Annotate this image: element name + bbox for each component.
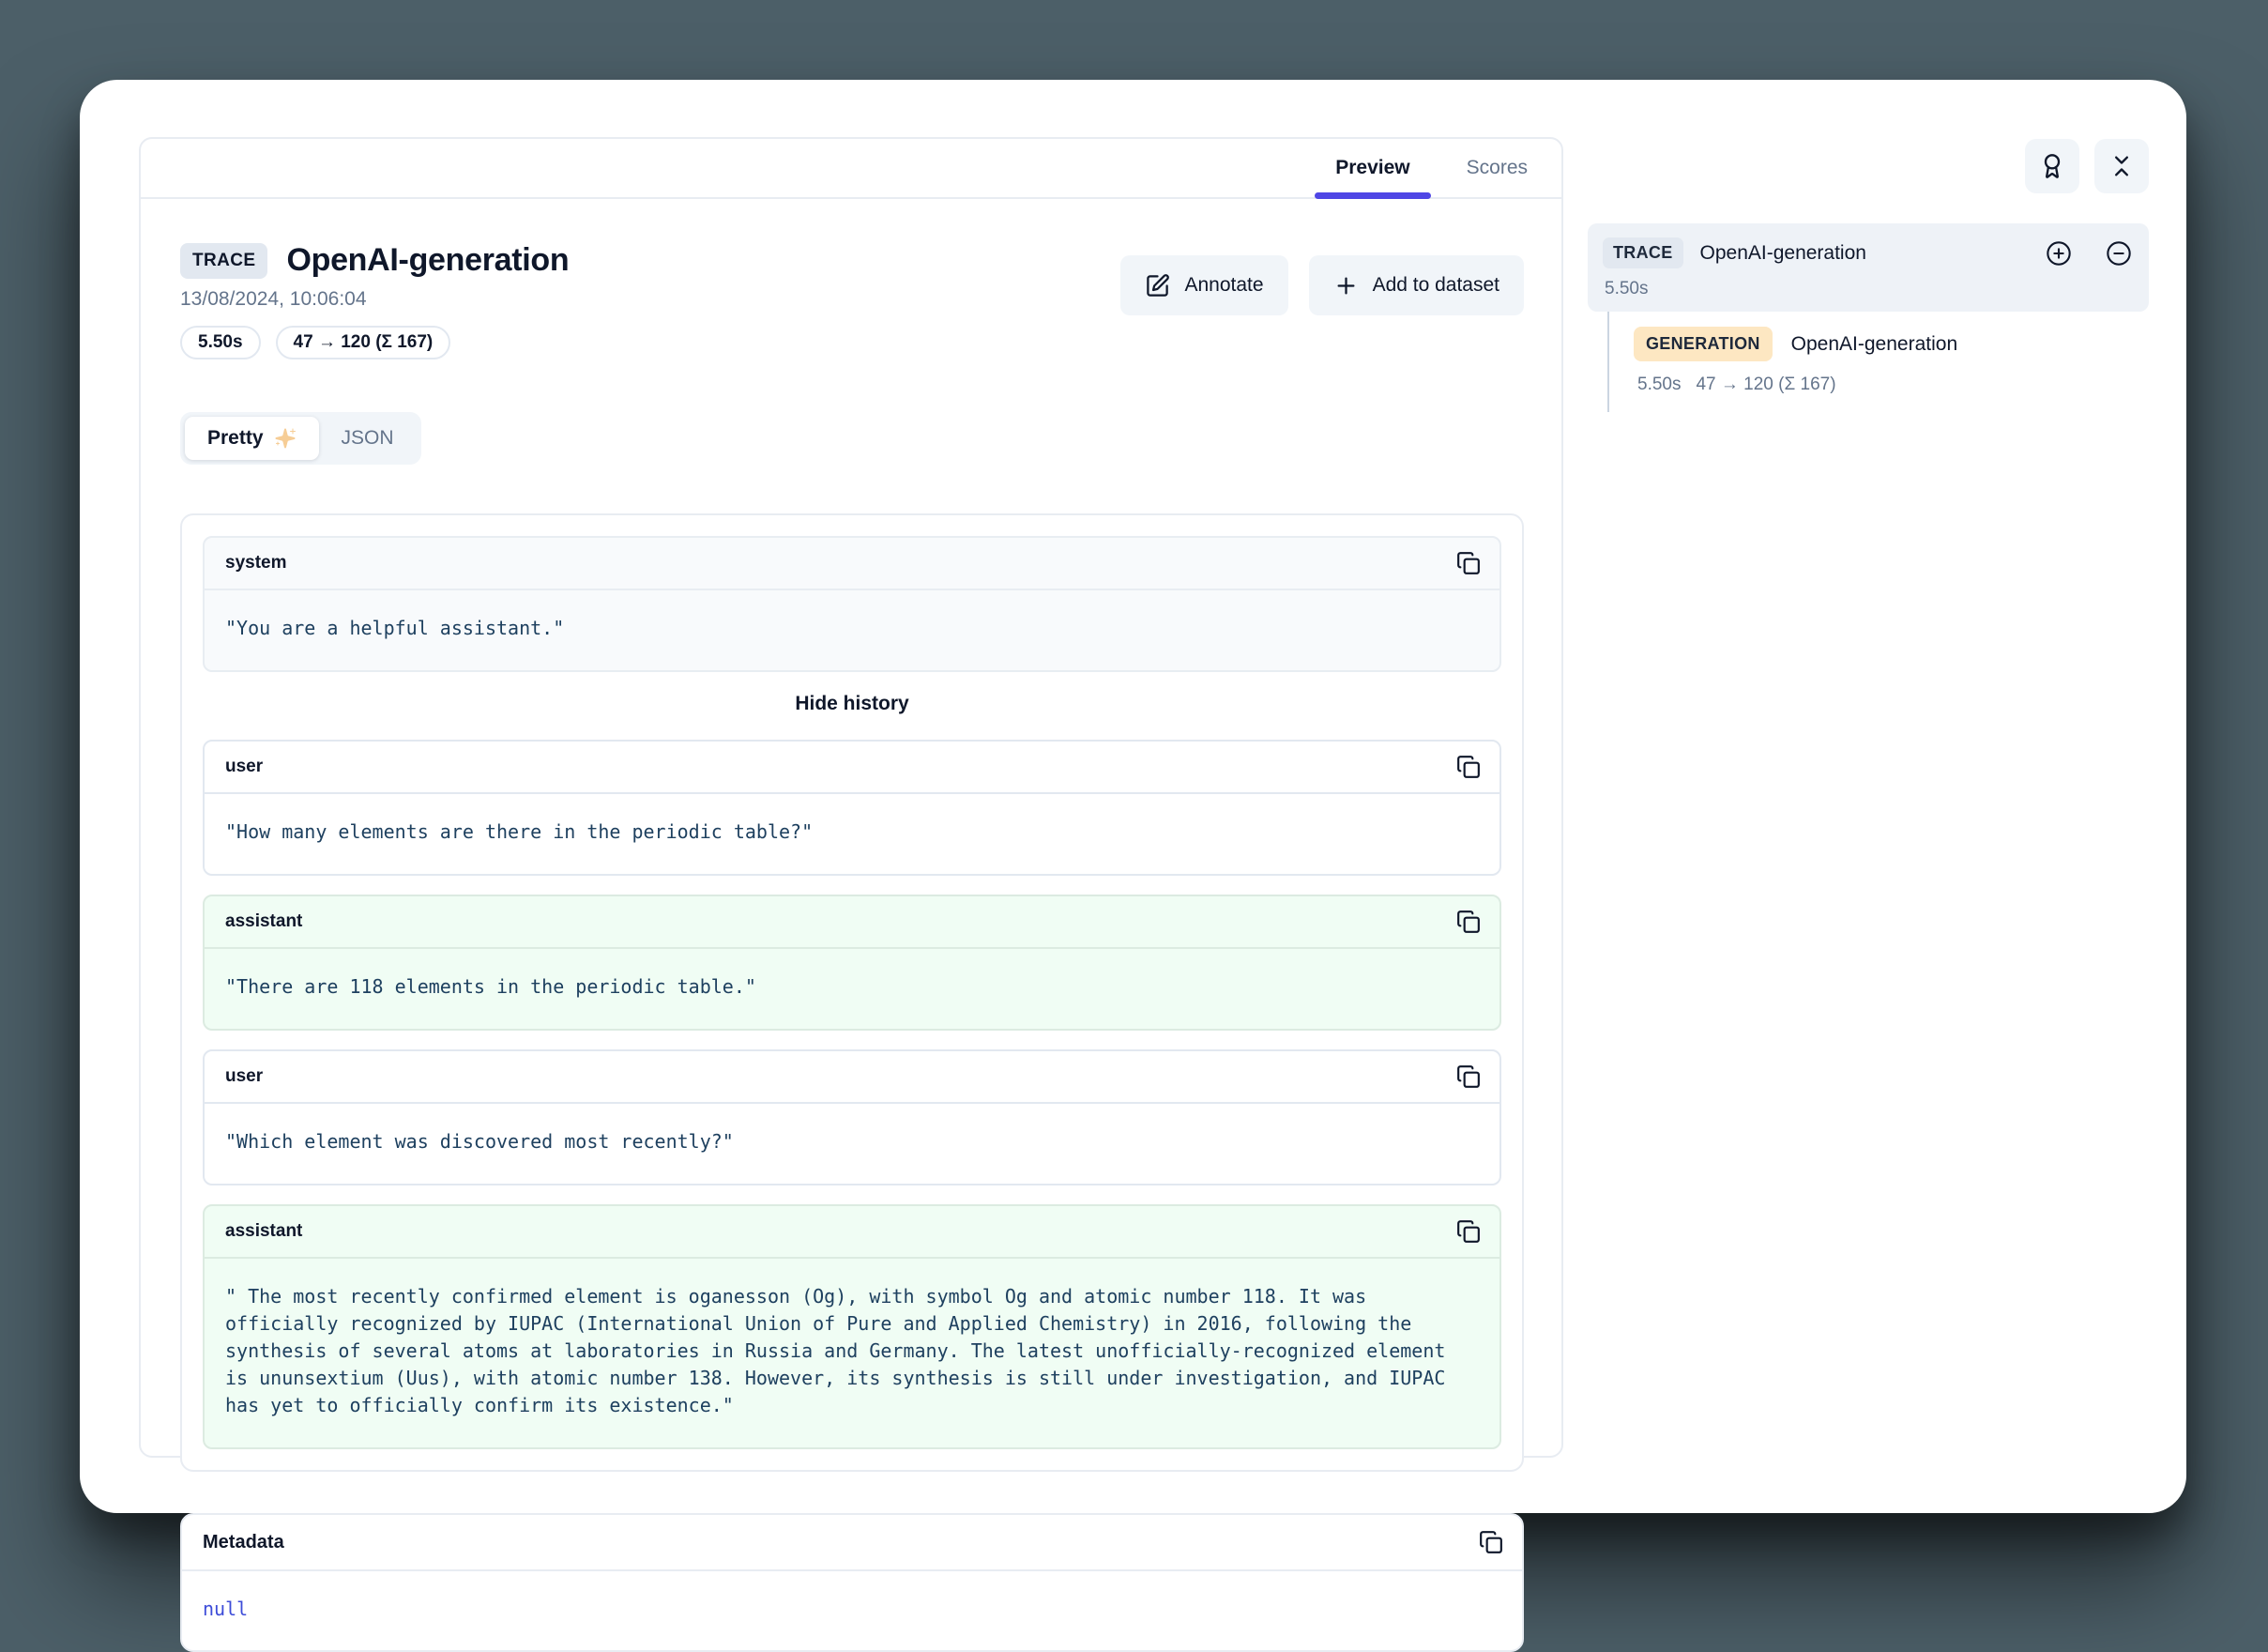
trace-timestamp: 13/08/2024, 10:06:04 bbox=[180, 288, 569, 311]
message-role: assistant bbox=[225, 1221, 302, 1242]
latency-badge: 5.50s bbox=[180, 326, 261, 359]
page-title: OpenAI-generation bbox=[286, 242, 569, 279]
metadata-title: Metadata bbox=[203, 1532, 284, 1553]
trace-type-badge: TRACE bbox=[180, 243, 267, 279]
message-role: user bbox=[225, 1066, 263, 1087]
add-to-dataset-button[interactable]: Add to dataset bbox=[1309, 255, 1524, 315]
conversation-container: system "You are a helpful assistant." Hi… bbox=[180, 513, 1524, 1472]
message-block-user: user "How many elements are there in the… bbox=[203, 740, 1501, 876]
generation-type-badge: GENERATION bbox=[1634, 327, 1773, 361]
tree-generation-metrics: 5.50s 47 → 120 (Σ 167) bbox=[1634, 375, 2149, 395]
add-to-dataset-button-label: Add to dataset bbox=[1373, 274, 1499, 297]
message-header: assistant bbox=[205, 1206, 1499, 1259]
award-icon bbox=[2039, 153, 2065, 179]
annotation-queue-button[interactable] bbox=[2025, 139, 2079, 193]
page-background: { "tabs": { "preview": "Preview", "score… bbox=[0, 0, 2268, 1593]
message-content: "Which element was discovered most recen… bbox=[205, 1104, 1499, 1184]
plus-icon bbox=[1333, 273, 1359, 298]
message-content: " The most recently confirmed element is… bbox=[205, 1259, 1499, 1447]
detail-tabs: Preview Scores bbox=[141, 139, 1561, 199]
io-view-toggle-row: Pretty JSON bbox=[180, 412, 1524, 465]
message-block-assistant: assistant "There are 118 elements in the… bbox=[203, 895, 1501, 1031]
metadata-header: Metadata bbox=[182, 1515, 1522, 1571]
message-content: "How many elements are there in the peri… bbox=[205, 794, 1499, 874]
message-content: "You are a helpful assistant." bbox=[205, 590, 1499, 670]
tree-trace-latency: 5.50s bbox=[1603, 279, 2134, 299]
collapse-panel-button[interactable] bbox=[2094, 139, 2149, 193]
metadata-value: null bbox=[182, 1571, 1522, 1650]
annotate-button[interactable]: Annotate bbox=[1120, 255, 1287, 315]
toggle-json[interactable]: JSON bbox=[319, 417, 417, 460]
toggle-pretty[interactable]: Pretty bbox=[185, 417, 319, 460]
tree-node-trace-selected[interactable]: TRACE OpenAI-generation 5.50s bbox=[1588, 223, 2149, 312]
toggle-json-label: JSON bbox=[342, 427, 394, 450]
tree-children: GENERATION OpenAI-generation 5.50s 47 → … bbox=[1607, 312, 2149, 412]
trace-title-line: TRACE OpenAI-generation bbox=[180, 242, 569, 279]
message-header: assistant bbox=[205, 896, 1499, 949]
copy-icon[interactable] bbox=[1477, 1528, 1505, 1556]
panel-content: TRACE OpenAI-generation 13/08/2024, 10:0… bbox=[141, 199, 1561, 1652]
copy-icon[interactable] bbox=[1454, 549, 1483, 577]
message-block-assistant: assistant " The most recently confirmed … bbox=[203, 1204, 1501, 1449]
tree-trace-title: OpenAI-generation bbox=[1700, 242, 2028, 265]
token-usage-badge: 47 → 120 (Σ 167) bbox=[276, 326, 451, 359]
tree-generation-title: OpenAI-generation bbox=[1791, 333, 1957, 356]
message-header: user bbox=[205, 742, 1499, 794]
metadata-container: Metadata null bbox=[180, 1513, 1524, 1652]
copy-icon[interactable] bbox=[1454, 753, 1483, 781]
chevrons-down-up-icon bbox=[2108, 153, 2135, 179]
message-header: system bbox=[205, 538, 1499, 590]
tab-scores[interactable]: Scores bbox=[1467, 139, 1528, 197]
sidebar-actions bbox=[1588, 139, 2149, 193]
generation-usage: 47 → 120 (Σ 167) bbox=[1696, 375, 1835, 395]
main-window-card: Preview Scores TRACE OpenAI-generation 1… bbox=[80, 80, 2186, 1513]
generation-latency: 5.50s bbox=[1637, 375, 1681, 395]
copy-icon[interactable] bbox=[1454, 908, 1483, 936]
edit-pencil-icon bbox=[1145, 273, 1170, 298]
trace-type-badge: TRACE bbox=[1603, 237, 1683, 268]
trace-header: TRACE OpenAI-generation 13/08/2024, 10:0… bbox=[180, 242, 1524, 359]
tree-node-generation[interactable]: GENERATION OpenAI-generation 5.50s 47 → … bbox=[1634, 327, 2149, 395]
collapse-all-icon[interactable] bbox=[2104, 238, 2134, 268]
message-block-user: user "Which element was discovered most … bbox=[203, 1049, 1501, 1185]
sparkles-icon bbox=[274, 427, 297, 450]
toggle-pretty-label: Pretty bbox=[207, 427, 264, 450]
tree-generation-line: GENERATION OpenAI-generation bbox=[1634, 327, 2149, 361]
observation-tree-sidebar: TRACE OpenAI-generation 5.50s GENERATION… bbox=[1588, 139, 2149, 412]
message-content: "There are 118 elements in the periodic … bbox=[205, 949, 1499, 1029]
copy-icon[interactable] bbox=[1454, 1217, 1483, 1246]
trace-detail-panel: Preview Scores TRACE OpenAI-generation 1… bbox=[139, 137, 1563, 1458]
io-view-toggle: Pretty JSON bbox=[180, 412, 421, 465]
message-block-system: system "You are a helpful assistant." bbox=[203, 536, 1501, 672]
tab-preview[interactable]: Preview bbox=[1335, 139, 1409, 197]
message-role: assistant bbox=[225, 911, 302, 932]
hide-history-toggle[interactable]: Hide history bbox=[203, 672, 1501, 740]
trace-metrics: 5.50s 47 → 120 (Σ 167) bbox=[180, 326, 569, 359]
message-role: user bbox=[225, 757, 263, 777]
message-header: user bbox=[205, 1051, 1499, 1104]
copy-icon[interactable] bbox=[1454, 1063, 1483, 1091]
tree-trace-line: TRACE OpenAI-generation bbox=[1603, 237, 2134, 268]
expand-all-icon[interactable] bbox=[2044, 238, 2074, 268]
trace-actions: Annotate Add to dataset bbox=[1120, 255, 1524, 315]
annotate-button-label: Annotate bbox=[1184, 274, 1263, 297]
trace-header-left: TRACE OpenAI-generation 13/08/2024, 10:0… bbox=[180, 242, 569, 359]
message-role: system bbox=[225, 553, 287, 574]
